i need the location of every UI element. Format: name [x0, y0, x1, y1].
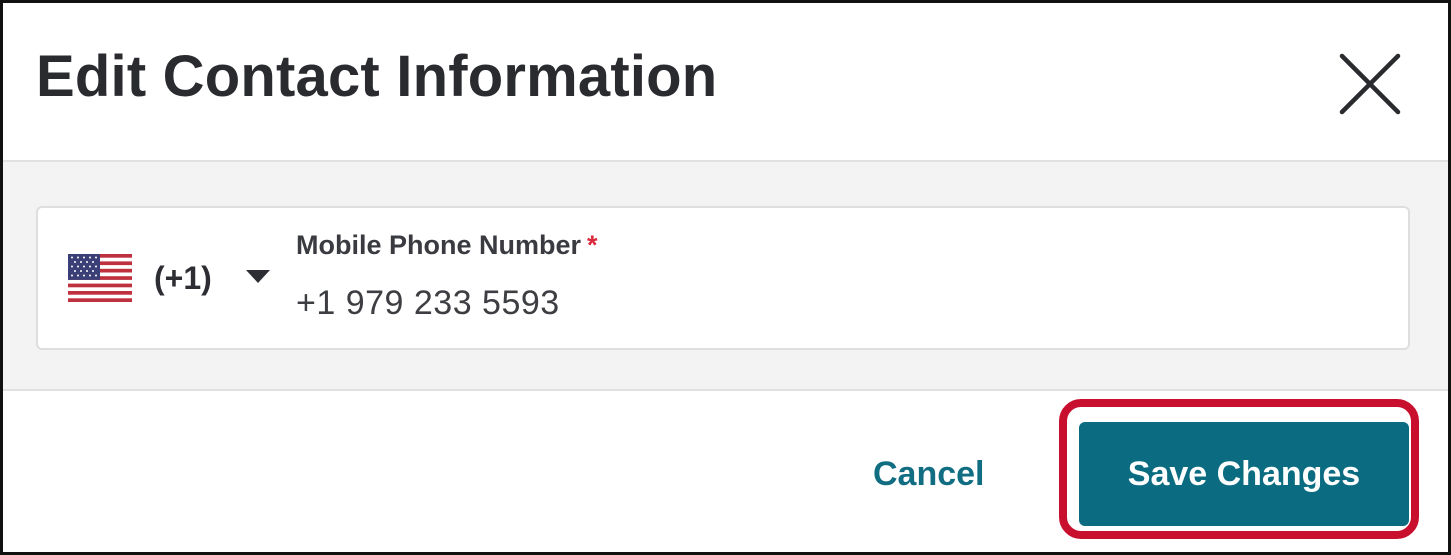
- cancel-button[interactable]: Cancel: [873, 455, 985, 494]
- caret-down-icon: [246, 270, 270, 283]
- phone-input-group: (+1) Mobile Phone Number * +1 979 233 559…: [36, 206, 1410, 350]
- dialog-footer: Cancel Save Changes: [3, 391, 1448, 552]
- phone-number-input[interactable]: +1 979 233 5593: [296, 284, 560, 323]
- phone-label-text: Mobile Phone Number: [296, 230, 582, 260]
- close-icon: [1339, 53, 1401, 115]
- dialog-header: Edit Contact Information: [3, 3, 1448, 162]
- country-dropdown[interactable]: [244, 268, 272, 286]
- us-flag-icon[interactable]: [68, 254, 132, 302]
- close-button[interactable]: [1325, 43, 1405, 123]
- save-changes-button[interactable]: Save Changes: [1079, 422, 1409, 526]
- dialog-body: (+1) Mobile Phone Number * +1 979 233 559…: [3, 162, 1448, 391]
- required-marker: *: [587, 230, 598, 260]
- edit-contact-dialog: Edit Contact Information (+1) Mobile Pho…: [0, 0, 1451, 555]
- country-code[interactable]: (+1): [154, 260, 212, 297]
- dialog-title: Edit Contact Information: [36, 44, 718, 109]
- phone-label: Mobile Phone Number *: [296, 230, 598, 261]
